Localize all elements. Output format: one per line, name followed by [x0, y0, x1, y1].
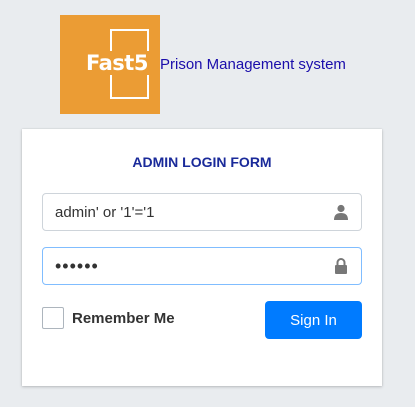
form-title: ADMIN LOGIN FORM — [132, 154, 272, 170]
remember-me: Remember Me — [42, 307, 175, 329]
remember-me-checkbox[interactable] — [42, 307, 64, 329]
brand-link[interactable]: Prison Management system — [160, 56, 346, 73]
password-field-group — [42, 247, 362, 285]
logo: Fast5 — [60, 15, 160, 114]
remember-me-label[interactable]: Remember Me — [72, 310, 175, 327]
username-input[interactable] — [43, 194, 321, 230]
logo-text: Fast5 — [85, 51, 149, 75]
brand-header: Fast5 Prison Management system — [60, 15, 346, 114]
lock-icon — [321, 248, 361, 284]
user-icon — [321, 194, 361, 230]
username-field-group — [42, 193, 362, 231]
password-input[interactable] — [43, 248, 321, 284]
sign-in-button[interactable]: Sign In — [265, 301, 362, 339]
login-card: ADMIN LOGIN FORM Remember Me Sign In — [22, 129, 382, 386]
